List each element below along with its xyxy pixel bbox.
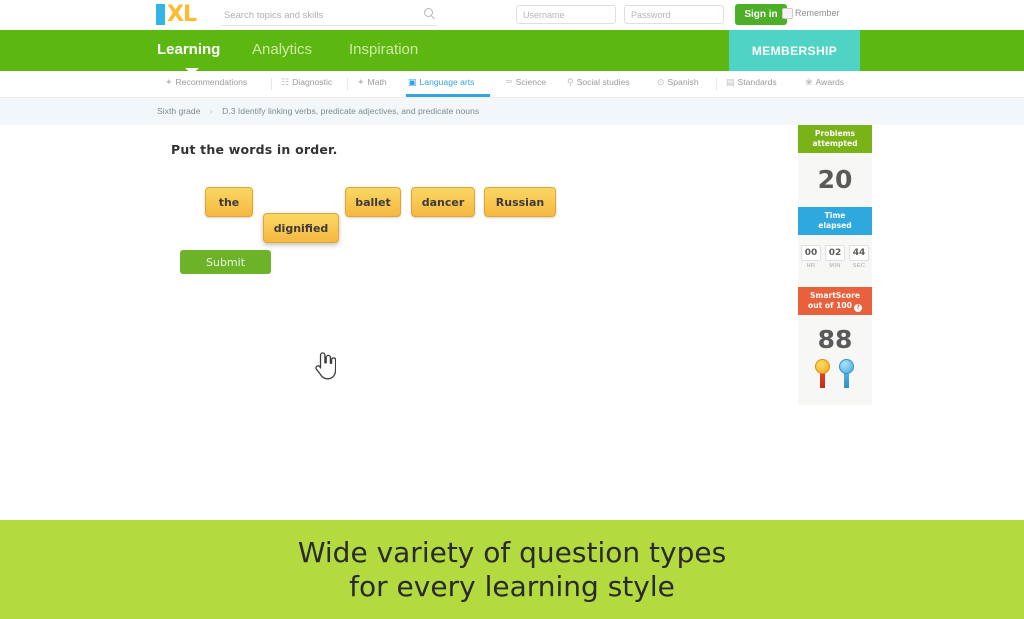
- subnav-item-recommendations[interactable]: ✦ Recommendations: [165, 77, 247, 92]
- subnav-label: Recommendations: [175, 77, 248, 87]
- award-ribbons: [798, 359, 872, 394]
- breadcrumb: Sixth grade › D.3 Identify linking verbs…: [157, 106, 479, 116]
- word-tile-the[interactable]: the: [205, 187, 253, 217]
- active-subnav-underline: [406, 94, 490, 97]
- pointing-hand-cursor-icon: [315, 352, 336, 380]
- subnav-label: Spanish: [667, 77, 699, 87]
- word-tile-ballet[interactable]: ballet: [345, 187, 401, 217]
- timer-seconds-value: 44: [849, 245, 869, 261]
- logo-i-bar: [156, 4, 165, 25]
- time-elapsed-header: Time elapsed: [798, 207, 872, 235]
- subnav-label: Science: [515, 77, 547, 87]
- membership-button[interactable]: MEMBERSHIP: [729, 30, 860, 71]
- word-tile-dignified[interactable]: dignified: [263, 213, 339, 243]
- timer-seconds: 44 SEC: [849, 245, 869, 269]
- word-tile-dancer[interactable]: dancer: [411, 187, 475, 217]
- subnav-divider: [271, 78, 272, 90]
- timer-seconds-label: SEC: [852, 263, 866, 269]
- blue-ribbon-icon[interactable]: [839, 359, 855, 389]
- flask-icon: ⚰: [505, 77, 513, 87]
- subnav-item-language-arts[interactable]: ▣ Language arts: [408, 77, 474, 92]
- subnav-item-spanish[interactable]: ⊙ Spanish: [657, 77, 699, 92]
- breadcrumb-separator-icon: ›: [209, 106, 213, 116]
- problems-attempted-label-1: Problems: [814, 129, 856, 138]
- math-icon: ✦: [357, 77, 365, 87]
- problems-attempted-header: Problems attempted: [798, 125, 872, 153]
- subject-navigation-bar: ✦ Recommendations ☷ Diagnostic ✦ Math ▣ Lang…: [0, 71, 1024, 98]
- sparkle-icon: ✦: [165, 77, 173, 87]
- promo-caption-banner: Wide variety of question types for every…: [0, 520, 1024, 619]
- score-panel: Problems attempted 20 Time elapsed 00 HR…: [798, 125, 872, 405]
- ixl-logo[interactable]: XL: [156, 2, 212, 27]
- subnav-divider: [716, 78, 717, 90]
- submit-button[interactable]: Submit: [180, 250, 271, 274]
- timer-minutes-label: MIN: [829, 263, 841, 269]
- gold-ribbon-icon[interactable]: [814, 359, 831, 389]
- timer-minutes: 02 MIN: [825, 245, 845, 269]
- nav-item-inspiration[interactable]: Inspiration: [349, 41, 418, 58]
- subnav-label: Language arts: [419, 77, 475, 87]
- subnav-item-science[interactable]: ⚰ Science: [505, 77, 546, 92]
- subnav-item-social-studies[interactable]: ⚲ Social studies: [567, 77, 630, 92]
- top-utility-bar: XL Sign in Remember: [0, 0, 1024, 30]
- timer-hours: 00 HR: [801, 245, 821, 269]
- list-icon: ▤: [726, 77, 735, 87]
- nav-item-analytics[interactable]: Analytics: [252, 41, 312, 58]
- subnav-label: Social studies: [576, 77, 630, 87]
- ixl-practice-page: XL Sign in Remember Learning Analytics I…: [0, 0, 1024, 619]
- time-elapsed-label-2: elapsed: [818, 221, 852, 230]
- time-elapsed-label-1: Time: [824, 211, 846, 220]
- problems-attempted-value: 20: [817, 165, 853, 194]
- book-icon: ▣: [408, 77, 417, 87]
- elapsed-timer: 00 HR 02 MIN 44 SEC: [801, 245, 869, 269]
- problems-attempted-label-2: attempted: [812, 139, 858, 148]
- remember-text: Remember: [795, 8, 840, 18]
- subnav-item-math[interactable]: ✦ Math: [357, 77, 387, 92]
- subnav-divider: [347, 78, 348, 90]
- timer-hours-value: 00: [801, 245, 821, 261]
- main-navigation-bar: Learning Analytics Inspiration: [0, 30, 1024, 74]
- subnav-label: Diagnostic: [292, 77, 333, 87]
- smartscore-header: SmartScore out of 100?: [798, 287, 872, 315]
- remember-me-label[interactable]: Remember: [782, 8, 840, 19]
- logo-xl-text: XL: [167, 2, 197, 27]
- password-input[interactable]: [624, 5, 724, 24]
- caption-line-1: Wide variety of question types: [297, 535, 727, 569]
- question-prompt: Put the words in order.: [171, 142, 338, 157]
- smartscore-label-2: out of 100: [808, 301, 852, 310]
- subnav-item-awards[interactable]: ❀ Awards: [805, 77, 844, 92]
- breadcrumb-bar: Sixth grade › D.3 Identify linking verbs…: [0, 98, 1024, 126]
- username-input[interactable]: [516, 5, 616, 24]
- remember-checkbox-icon[interactable]: [782, 8, 793, 19]
- word-tile-russian[interactable]: Russian: [484, 187, 556, 217]
- sign-in-button[interactable]: Sign in: [735, 4, 787, 25]
- smartscore-label-1: SmartScore: [810, 291, 860, 300]
- subnav-item-standards[interactable]: ▤ Standards: [726, 77, 777, 92]
- search-box[interactable]: [222, 5, 437, 26]
- subnav-item-diagnostic[interactable]: ☷ Diagnostic: [281, 77, 332, 92]
- timer-hours-label: HR: [806, 263, 816, 269]
- smartscore-value: 88: [817, 325, 853, 354]
- chart-icon: ☷: [281, 77, 290, 87]
- subnav-label: Math: [367, 77, 387, 87]
- subnav-label: Standards: [737, 77, 777, 87]
- nav-item-learning[interactable]: Learning: [157, 41, 220, 58]
- trophy-icon: ❀: [805, 77, 813, 87]
- caption-line-2: for every learning style: [349, 569, 675, 603]
- breadcrumb-grade[interactable]: Sixth grade: [157, 106, 200, 116]
- breadcrumb-skill: D.3 Identify linking verbs, predicate ad…: [222, 106, 480, 116]
- search-input[interactable]: [222, 5, 401, 26]
- globe-icon: ⚲: [567, 77, 574, 87]
- subnav-label: Awards: [815, 77, 845, 87]
- timer-minutes-value: 02: [825, 245, 845, 261]
- info-icon[interactable]: ?: [853, 304, 862, 312]
- search-icon: [424, 8, 435, 20]
- speech-icon: ⊙: [657, 77, 665, 87]
